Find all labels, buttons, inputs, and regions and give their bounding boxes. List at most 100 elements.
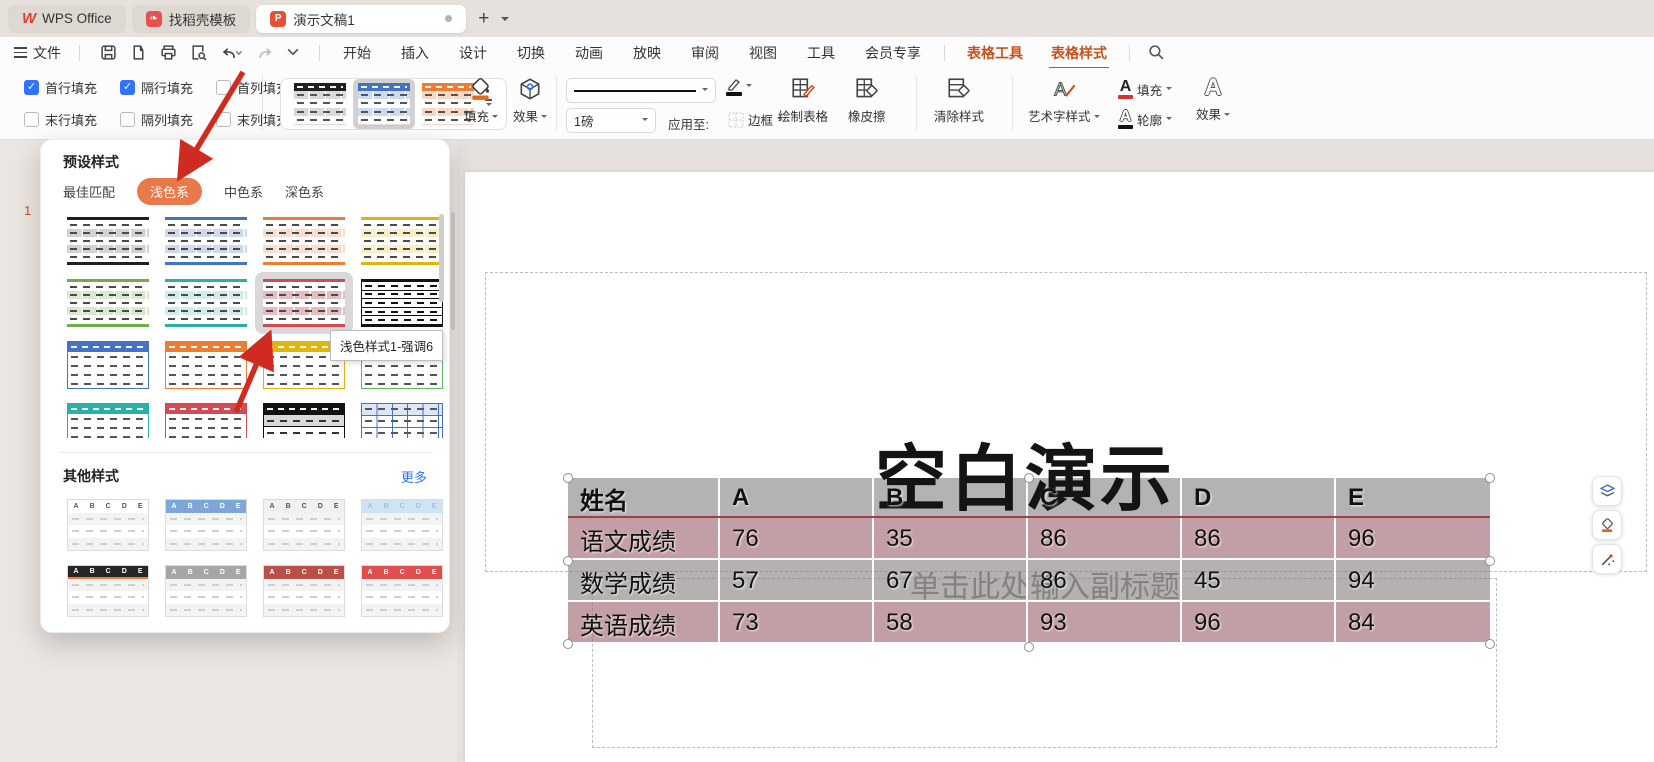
- other-style-slot[interactable]: ABCDE: [353, 558, 451, 624]
- checkbox-box[interactable]: [216, 80, 231, 95]
- more-link[interactable]: 更多: [401, 467, 427, 486]
- table-cell[interactable]: B: [874, 478, 1028, 518]
- style-thumbnail[interactable]: [263, 217, 345, 265]
- preset-slot[interactable]: [59, 396, 157, 438]
- preset-slot[interactable]: [353, 396, 451, 438]
- table-cell[interactable]: C: [1028, 478, 1182, 518]
- table-cell[interactable]: 英语成绩: [568, 602, 720, 644]
- style-thumbnail[interactable]: ABCDE: [67, 499, 149, 551]
- table-cell[interactable]: 86: [1028, 518, 1182, 560]
- checkbox-box[interactable]: [120, 112, 135, 127]
- preset-slot[interactable]: [255, 210, 353, 272]
- checkbox-0[interactable]: 首行填充: [24, 78, 120, 97]
- undo-icon[interactable]: [220, 44, 244, 61]
- tab-wps-office[interactable]: W WPS Office: [8, 5, 126, 33]
- toolbar-collapse-chevron-icon[interactable]: [287, 48, 299, 58]
- table-cell[interactable]: 86: [1028, 560, 1182, 602]
- style-thumbnail[interactable]: [358, 83, 410, 125]
- line-weight-select[interactable]: 1磅: [566, 108, 656, 133]
- menu-item-1[interactable]: 插入: [386, 43, 444, 63]
- tab-presentation1[interactable]: P 演示文稿1: [256, 5, 466, 33]
- style-thumbnail[interactable]: [67, 403, 149, 438]
- checkbox-box[interactable]: [216, 112, 231, 127]
- style-thumbnail[interactable]: ABCDE: [263, 499, 345, 551]
- table-cell[interactable]: E: [1336, 478, 1490, 518]
- file-menu-button[interactable]: 文件: [14, 43, 61, 63]
- table-cell[interactable]: 94: [1336, 560, 1490, 602]
- preset-tab-0[interactable]: 最佳匹配: [63, 182, 115, 201]
- style-thumbnail[interactable]: ABCDE: [165, 565, 247, 617]
- text-outline-button[interactable]: A 轮廓: [1118, 110, 1172, 129]
- menu-item-9[interactable]: 会员专享: [850, 43, 936, 63]
- selection-handle[interactable]: [563, 556, 573, 566]
- selection-handle[interactable]: [563, 473, 573, 483]
- menu-item-5[interactable]: 放映: [618, 43, 676, 63]
- preset-slot[interactable]: [59, 334, 157, 396]
- table-cell[interactable]: 35: [874, 518, 1028, 560]
- slide-table[interactable]: 姓名ABCDE语文成绩7635868696数学成绩5767864594英语成绩7…: [568, 478, 1490, 644]
- other-style-slot[interactable]: ABCDE: [59, 492, 157, 558]
- selection-handle[interactable]: [1485, 639, 1495, 649]
- print-icon[interactable]: [160, 44, 177, 61]
- gallery-style-thumb[interactable]: [289, 79, 351, 129]
- table-cell[interactable]: 姓名: [568, 478, 720, 518]
- table-cell[interactable]: 96: [1336, 518, 1490, 560]
- layer-order-button[interactable]: [1592, 476, 1622, 506]
- context-tab-table-style[interactable]: 表格样式: [1037, 43, 1121, 63]
- menu-item-0[interactable]: 开始: [328, 43, 386, 63]
- menu-item-7[interactable]: 视图: [734, 43, 792, 63]
- table-cell[interactable]: 73: [720, 602, 874, 644]
- style-thumbnail[interactable]: [361, 217, 443, 265]
- other-style-slot[interactable]: ABCDE: [255, 558, 353, 624]
- style-thumbnail[interactable]: ABCDE: [263, 565, 345, 617]
- table-effect-button[interactable]: 效果: [513, 76, 547, 125]
- print-preview-icon[interactable]: [190, 44, 207, 61]
- clear-style-button[interactable]: 清除样式: [934, 76, 984, 125]
- format-brush-button[interactable]: [1592, 544, 1622, 574]
- preset-tab-1[interactable]: 浅色系: [137, 178, 202, 205]
- redo-icon[interactable]: [257, 44, 274, 61]
- preset-slot[interactable]: [157, 334, 255, 396]
- quick-fill-button[interactable]: [1592, 510, 1622, 540]
- style-thumbnail[interactable]: [165, 217, 247, 265]
- table-cell[interactable]: A: [720, 478, 874, 518]
- table-cell[interactable]: 数学成绩: [568, 560, 720, 602]
- style-thumbnail[interactable]: ABCDE: [67, 565, 149, 617]
- style-thumbnail[interactable]: [263, 403, 345, 438]
- menu-item-8[interactable]: 工具: [792, 43, 850, 63]
- style-thumbnail[interactable]: [294, 83, 346, 125]
- other-style-slot[interactable]: ABCDE: [255, 492, 353, 558]
- checkbox-3[interactable]: 末行填充: [24, 110, 120, 129]
- preset-slot[interactable]: [353, 272, 451, 334]
- checkbox-4[interactable]: 隔列填充: [120, 110, 216, 129]
- table-cell[interactable]: 45: [1182, 560, 1336, 602]
- style-thumbnail[interactable]: [361, 279, 443, 327]
- style-thumbnail[interactable]: [361, 403, 443, 438]
- other-style-slot[interactable]: ABCDE: [157, 558, 255, 624]
- new-tab-button[interactable]: +: [472, 8, 495, 30]
- menu-item-2[interactable]: 设计: [444, 43, 502, 63]
- tab-list-chevron-icon[interactable]: [501, 17, 509, 25]
- menu-item-3[interactable]: 切换: [502, 43, 560, 63]
- other-style-slot[interactable]: ABCDE: [353, 492, 451, 558]
- table-cell[interactable]: 67: [874, 560, 1028, 602]
- preset-slot[interactable]: [59, 210, 157, 272]
- checkbox-box[interactable]: [120, 80, 135, 95]
- style-thumbnail[interactable]: [67, 217, 149, 265]
- other-style-slot[interactable]: ABCDE: [157, 492, 255, 558]
- preset-slot[interactable]: [255, 272, 353, 334]
- context-tab-table-tools[interactable]: 表格工具: [953, 43, 1037, 63]
- table-cell[interactable]: 58: [874, 602, 1028, 644]
- table-cell[interactable]: 57: [720, 560, 874, 602]
- preset-slot[interactable]: [157, 396, 255, 438]
- export-icon[interactable]: [130, 44, 147, 61]
- preset-tab-2[interactable]: 中色系: [224, 182, 263, 201]
- checkbox-box[interactable]: [24, 80, 39, 95]
- table-cell[interactable]: 86: [1182, 518, 1336, 560]
- panel-scrollbar[interactable]: [451, 212, 455, 330]
- style-thumbnail[interactable]: [165, 403, 247, 438]
- text-effect-button[interactable]: A 效果: [1196, 76, 1230, 123]
- checkbox-box[interactable]: [24, 112, 39, 127]
- selection-handle[interactable]: [1024, 642, 1034, 652]
- table-cell[interactable]: 语文成绩: [568, 518, 720, 560]
